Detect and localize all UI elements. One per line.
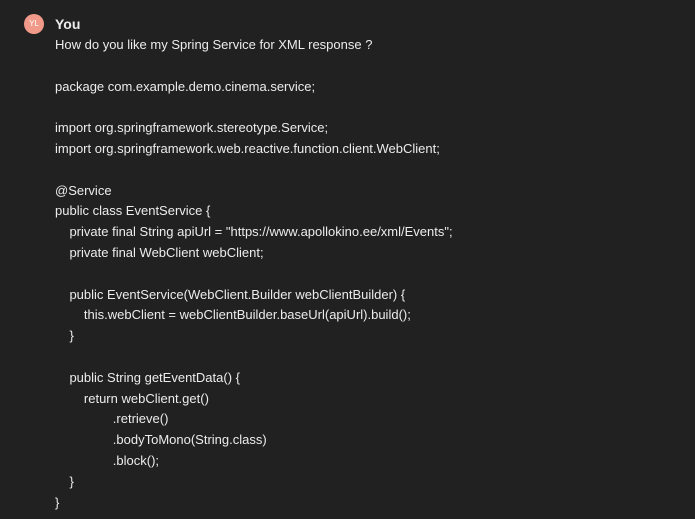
code-line: } bbox=[55, 473, 74, 489]
code-line: return webClient.get() bbox=[55, 390, 209, 406]
code-line: @Service bbox=[55, 182, 112, 198]
code-line: package com.example.demo.cinema.service; bbox=[55, 78, 316, 94]
code-line: private final String apiUrl = "https://w… bbox=[55, 224, 453, 240]
message-question: How do you like my Spring Service for XM… bbox=[55, 37, 373, 52]
code-line: .bodyToMono(String.class) bbox=[55, 432, 267, 448]
code-line: import org.springframework.web.reactive.… bbox=[55, 140, 440, 156]
code-line: } bbox=[55, 494, 60, 510]
code-line: } bbox=[55, 328, 74, 344]
code-line: public String getEventData() { bbox=[55, 369, 240, 385]
code-line: public class EventService { bbox=[55, 203, 211, 219]
code-line: this.webClient = webClientBuilder.baseUr… bbox=[55, 307, 411, 323]
code-line: public EventService(WebClient.Builder we… bbox=[55, 286, 406, 302]
code-line: .block(); bbox=[55, 452, 160, 468]
user-message: YL You How do you like my Spring Service… bbox=[0, 0, 695, 519]
code-line: import org.springframework.stereotype.Se… bbox=[55, 120, 329, 136]
message-body: How do you like my Spring Service for XM… bbox=[55, 35, 675, 513]
code-line: .retrieve() bbox=[55, 411, 169, 427]
author-name: You bbox=[55, 16, 81, 32]
code-line: private final WebClient webClient; bbox=[55, 244, 264, 260]
user-avatar[interactable]: YL bbox=[24, 14, 44, 34]
